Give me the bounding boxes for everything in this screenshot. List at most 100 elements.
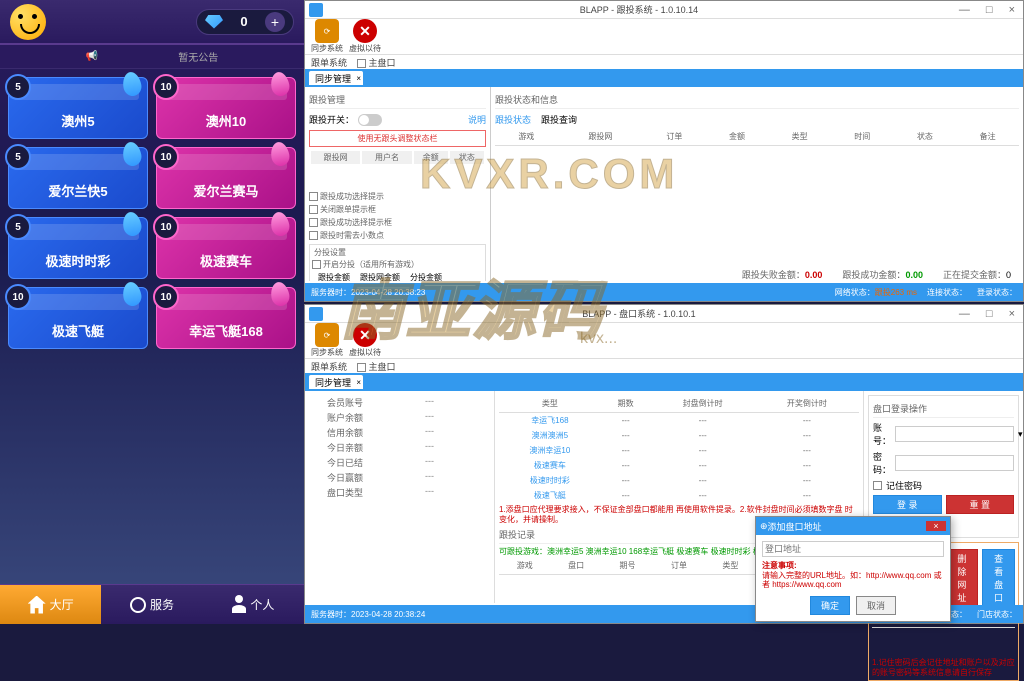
game-card[interactable]: 5 极速时时彩 xyxy=(8,217,148,279)
checkbox[interactable] xyxy=(357,59,366,68)
info-row: 账户余额--- xyxy=(309,410,490,425)
follow-switch[interactable] xyxy=(358,114,382,126)
checkbox[interactable] xyxy=(357,363,366,372)
game-card[interactable]: 10 爱尔兰赛马 xyxy=(156,147,296,209)
badge: 5 xyxy=(5,74,31,100)
game-card[interactable]: 10 澳州10 xyxy=(156,77,296,139)
app2-title: BLAPP - 盘口系统 - 1.0.10.1 xyxy=(323,307,955,320)
tab-sync-mgmt[interactable]: 同步管理 xyxy=(309,375,363,389)
app1-titlebar: BLAPP - 跟投系统 - 1.0.10.14 — □ × xyxy=(305,1,1023,19)
info-row: 信用余额--- xyxy=(309,425,490,440)
game-name: 极速时时彩 xyxy=(9,251,147,270)
maximize-button[interactable]: □ xyxy=(982,4,997,16)
dialog-close-button[interactable]: × xyxy=(926,521,946,531)
minimize-button[interactable]: — xyxy=(955,308,974,320)
sync-icon: ⟳ xyxy=(315,323,339,347)
badge: 5 xyxy=(5,144,31,170)
app2-window: BLAPP - 盘口系统 - 1.0.10.1 — □ × ⟳ 同步系统 ✕ 虚… xyxy=(304,304,1024,624)
game-name: 爱尔兰快5 xyxy=(9,181,147,200)
checkbox[interactable] xyxy=(309,231,318,240)
cancel-button[interactable]: 取消 xyxy=(856,596,896,615)
app1-title: BLAPP - 跟投系统 - 1.0.10.14 xyxy=(323,3,955,16)
table-row: 澳洲澳洲5--------- xyxy=(499,428,859,443)
split-checkbox[interactable] xyxy=(312,260,321,269)
checkbox[interactable] xyxy=(309,192,318,201)
badge: 10 xyxy=(153,214,179,240)
smiley-avatar[interactable] xyxy=(10,4,46,40)
app2-titlebar: BLAPP - 盘口系统 - 1.0.10.1 — □ × xyxy=(305,305,1023,323)
pass-input[interactable] xyxy=(895,455,1014,471)
right-title: 跟投状态和信息 xyxy=(495,91,1019,109)
game-name: 极速赛车 xyxy=(157,251,295,270)
app-icon xyxy=(309,3,323,17)
game-name: 爱尔兰赛马 xyxy=(157,181,295,200)
game-name: 幸运飞艇168 xyxy=(157,321,295,340)
app2-toolbar: ⟳ 同步系统 ✕ 虚拟以待 xyxy=(305,323,1023,359)
server-time: 服务器时：2023-04-28 20:38:24 xyxy=(311,609,425,620)
game-grid: 5 澳州5 10 澳州10 5 爱尔兰快5 10 爱尔兰赛马 5 极速时时彩 1… xyxy=(0,69,304,357)
checkbox[interactable] xyxy=(309,205,318,214)
app1-statusbar: 服务器时：2023-04-28 20:38:23 网络状态：跟投263 ms 连… xyxy=(305,283,1023,301)
close-button[interactable]: × xyxy=(1005,308,1019,320)
sync-button[interactable]: ⟳ 同步系统 xyxy=(311,323,343,358)
table-row: 幸运飞168--------- xyxy=(499,413,859,429)
add-currency-button[interactable]: + xyxy=(265,12,285,32)
reset-button[interactable]: 重 置 xyxy=(946,495,1015,514)
app1-tabstrip: 同步管理 xyxy=(305,69,1023,87)
window-controls: — □ × xyxy=(955,308,1019,320)
close-button[interactable]: × xyxy=(1005,4,1019,16)
announcement-bar: 📢 暂无公告 xyxy=(0,45,304,69)
app1-right-panel: 跟投状态和信息 跟投状态 跟投查询 游戏跟投网订单金额类型时间状态备注 xyxy=(491,87,1023,281)
tab-status[interactable]: 跟投状态 xyxy=(495,113,531,126)
virtual-button[interactable]: ✕ 虚拟以待 xyxy=(349,19,381,54)
info-row: 今日已结--- xyxy=(309,455,490,470)
nav-service[interactable]: 服务 xyxy=(101,585,202,624)
switch-label: 跟投开关： xyxy=(309,113,354,126)
login-button[interactable]: 登 录 xyxy=(873,495,942,514)
server-time: 服务器时：2023-04-28 20:38:23 xyxy=(311,287,425,298)
game-sidebar: 0 + 📢 暂无公告 5 澳州5 10 澳州10 5 爱尔兰快5 10 爱尔兰赛… xyxy=(0,0,304,624)
nav-profile[interactable]: 个人 xyxy=(203,585,304,624)
app2-tabstrip: 同步管理 xyxy=(305,373,1023,391)
url-input[interactable] xyxy=(762,541,944,557)
sync-button[interactable]: ⟳ 同步系统 xyxy=(311,19,343,54)
currency-display: 0 + xyxy=(196,9,294,35)
app1-toolbar: ⟳ 同步系统 ✕ 虚拟以待 xyxy=(305,19,1023,55)
dropdown-icon[interactable]: ▾ xyxy=(1018,429,1023,440)
ok-button[interactable]: 确定 xyxy=(810,596,850,615)
game-card[interactable]: 10 极速赛车 xyxy=(156,217,296,279)
app-icon xyxy=(309,307,323,321)
info-row: 今日亲额--- xyxy=(309,440,490,455)
stop-icon: ✕ xyxy=(353,323,377,347)
virtual-button[interactable]: ✕ 虚拟以待 xyxy=(349,323,381,358)
table-row: 极速时时彩--------- xyxy=(499,473,859,488)
left-panel-title: 跟投管理 xyxy=(309,91,486,109)
dialog-titlebar[interactable]: ⊕ 添加盘口地址 × xyxy=(756,517,950,535)
sub-menu: 跟单系统 主盘口 xyxy=(305,359,1023,373)
game-name: 极速飞艇 xyxy=(9,321,147,340)
game-card[interactable]: 5 爱尔兰快5 xyxy=(8,147,148,209)
minimize-button[interactable]: — xyxy=(955,4,974,16)
user-input[interactable] xyxy=(895,426,1014,442)
tab-sync-mgmt[interactable]: 同步管理 xyxy=(309,71,363,85)
nav-lobby[interactable]: 大厅 xyxy=(0,585,101,624)
explain-link[interactable]: 说明 xyxy=(468,113,486,126)
info-row: 今日赢额--- xyxy=(309,470,490,485)
checkbox[interactable] xyxy=(309,218,318,227)
maximize-button[interactable]: □ xyxy=(982,308,997,320)
remember-checkbox[interactable] xyxy=(873,481,882,490)
home-icon xyxy=(28,596,46,614)
badge: 10 xyxy=(153,284,179,310)
currency-value: 0 xyxy=(229,14,259,29)
tab-query[interactable]: 跟投查询 xyxy=(541,113,577,126)
game-card[interactable]: 10 极速飞艇 xyxy=(8,287,148,349)
game-card[interactable]: 10 幸运飞艇168 xyxy=(156,287,296,349)
game-card[interactable]: 5 澳州5 xyxy=(8,77,148,139)
app1-left-panel: 跟投管理 跟投开关： 说明 使用无跟头调整状态栏 跟投网用户名余额状态 跟投成功… xyxy=(305,87,491,281)
table-row: 澳洲幸运10--------- xyxy=(499,443,859,458)
gem-icon xyxy=(205,15,223,29)
login-title: 盘口登录操作 xyxy=(873,400,1014,418)
badge: 10 xyxy=(5,284,31,310)
view-button[interactable]: 查看盘口 xyxy=(982,549,1015,607)
info-row: 盘口类型--- xyxy=(309,485,490,500)
